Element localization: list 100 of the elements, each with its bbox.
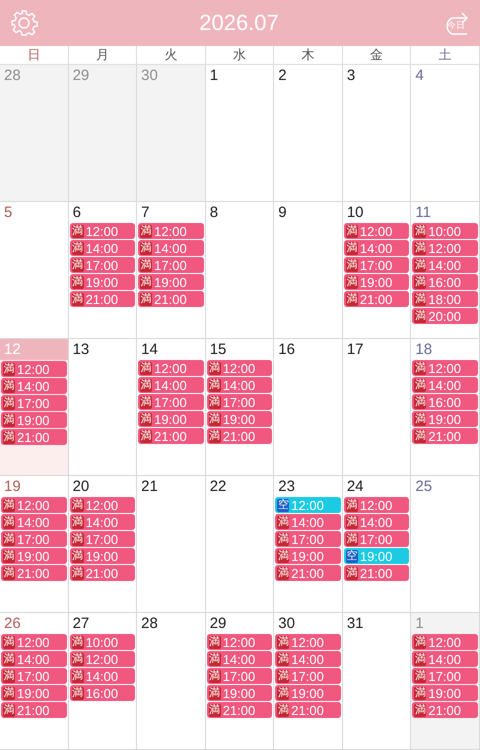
slot-chip[interactable]: 満 21:00 bbox=[206, 702, 272, 718]
slot-chip[interactable]: 満 14:00 bbox=[412, 257, 478, 273]
day-cell[interactable]: 22 bbox=[206, 476, 274, 613]
day-cell[interactable]: 1 bbox=[206, 65, 274, 202]
slot-chip[interactable]: 満 12:00 bbox=[412, 360, 478, 376]
day-cell[interactable]: 16 bbox=[274, 339, 343, 476]
slot-chip[interactable]: 満 19:00 bbox=[1, 412, 67, 428]
slot-chip[interactable]: 空 12:00 bbox=[275, 497, 341, 513]
slot-chip[interactable]: 満 12:00 bbox=[138, 360, 204, 376]
slot-chip[interactable]: 満 19:00 bbox=[138, 274, 204, 290]
slot-chip[interactable]: 満 18:00 bbox=[412, 291, 478, 307]
slot-chip[interactable]: 満 14:00 bbox=[1, 378, 67, 394]
slot-chip[interactable]: 満 17:00 bbox=[275, 531, 341, 547]
slot-chip[interactable]: 満 17:00 bbox=[206, 394, 272, 410]
slot-chip[interactable]: 満 21:00 bbox=[138, 428, 204, 444]
day-cell[interactable]: 29 満 12:00 満 14:00 満 17:00 満 19:00 満 21:00 bbox=[206, 613, 274, 750]
slot-chip[interactable]: 満 14:00 bbox=[275, 651, 341, 667]
slot-chip[interactable]: 満 21:00 bbox=[1, 429, 67, 445]
slot-chip[interactable]: 満 10:00 bbox=[70, 634, 136, 650]
slot-chip[interactable]: 満 21:00 bbox=[70, 565, 136, 581]
day-cell[interactable]: 6 満 12:00 満 14:00 満 17:00 満 19:00 満 21:00 bbox=[68, 202, 138, 339]
slot-chip[interactable]: 満 12:00 bbox=[412, 634, 478, 650]
slot-chip[interactable]: 空 19:00 bbox=[344, 548, 410, 564]
slot-chip[interactable]: 満 19:00 bbox=[70, 548, 136, 564]
slot-chip[interactable]: 満 16:00 bbox=[412, 274, 478, 290]
day-cell[interactable]: 18 満 12:00 満 14:00 満 16:00 満 19:00 満 21:00 bbox=[411, 339, 480, 476]
slot-chip[interactable]: 満 19:00 bbox=[412, 411, 478, 427]
slot-chip[interactable]: 満 14:00 bbox=[206, 651, 272, 667]
slot-chip[interactable]: 満 12:00 bbox=[206, 360, 272, 376]
slot-chip[interactable]: 満 19:00 bbox=[70, 274, 136, 290]
day-cell[interactable]: 15 満 12:00 満 14:00 満 17:00 満 19:00 満 21:00 bbox=[206, 339, 274, 476]
day-cell[interactable]: 17 bbox=[342, 339, 412, 476]
slot-chip[interactable]: 満 21:00 bbox=[1, 565, 67, 581]
slot-chip[interactable]: 満 12:00 bbox=[275, 634, 341, 650]
slot-chip[interactable]: 満 12:00 bbox=[344, 223, 410, 239]
slot-chip[interactable]: 満 20:00 bbox=[412, 308, 478, 324]
day-cell[interactable]: 26 満 12:00 満 14:00 満 17:00 満 19:00 満 21:00 bbox=[0, 613, 69, 750]
slot-chip[interactable]: 満 17:00 bbox=[70, 257, 136, 273]
day-cell[interactable]: 24 満 12:00 満 14:00 満 17:00 空 19:00 満 21:00 bbox=[342, 476, 412, 613]
slot-chip[interactable]: 満 21:00 bbox=[412, 702, 478, 718]
day-cell[interactable]: 20 満 12:00 満 14:00 満 17:00 満 19:00 満 21:00 bbox=[68, 476, 138, 613]
slot-chip[interactable]: 満 10:00 bbox=[412, 223, 478, 239]
slot-chip[interactable]: 満 17:00 bbox=[344, 531, 410, 547]
slot-chip[interactable]: 満 19:00 bbox=[206, 685, 272, 701]
slot-chip[interactable]: 満 17:00 bbox=[1, 531, 67, 547]
day-cell[interactable]: 1 満 12:00 満 14:00 満 17:00 満 19:00 満 21:00 bbox=[411, 613, 480, 750]
slot-chip[interactable]: 満 16:00 bbox=[70, 685, 136, 701]
slot-chip[interactable]: 満 21:00 bbox=[206, 428, 272, 444]
slot-chip[interactable]: 満 17:00 bbox=[1, 395, 67, 411]
slot-chip[interactable]: 満 12:00 bbox=[1, 361, 67, 377]
day-cell[interactable]: 7 満 12:00 満 14:00 満 17:00 満 19:00 満 21:00 bbox=[137, 202, 206, 339]
slot-chip[interactable]: 満 12:00 bbox=[70, 651, 136, 667]
slot-chip[interactable]: 満 14:00 bbox=[1, 514, 67, 530]
slot-chip[interactable]: 満 12:00 bbox=[70, 497, 136, 513]
slot-chip[interactable]: 満 21:00 bbox=[344, 565, 410, 581]
slot-chip[interactable]: 満 19:00 bbox=[412, 685, 478, 701]
slot-chip[interactable]: 満 19:00 bbox=[1, 548, 67, 564]
slot-chip[interactable]: 満 12:00 bbox=[344, 497, 410, 513]
day-cell[interactable]: 27 満 10:00 満 12:00 満 14:00 満 16:00 bbox=[68, 613, 138, 750]
day-cell[interactable]: 29 bbox=[68, 65, 138, 202]
slot-chip[interactable]: 満 14:00 bbox=[206, 377, 272, 393]
day-cell[interactable]: 11 満 10:00 満 12:00 満 14:00 満 16:00 満 18:00 満 20:00 bbox=[411, 202, 480, 339]
day-cell[interactable]: 10 満 12:00 満 14:00 満 17:00 満 19:00 満 21:00 bbox=[342, 202, 412, 339]
slot-chip[interactable]: 満 17:00 bbox=[206, 668, 272, 684]
day-cell[interactable]: 8 bbox=[206, 202, 274, 339]
slot-chip[interactable]: 満 19:00 bbox=[275, 685, 341, 701]
settings-icon[interactable] bbox=[10, 9, 38, 37]
day-cell[interactable]: 30 満 12:00 満 14:00 満 17:00 満 19:00 満 21:00 bbox=[274, 613, 343, 750]
day-cell[interactable]: 9 bbox=[274, 202, 343, 339]
slot-chip[interactable]: 満 14:00 bbox=[344, 240, 410, 256]
slot-chip[interactable]: 満 21:00 bbox=[138, 291, 204, 307]
slot-chip[interactable]: 満 19:00 bbox=[138, 411, 204, 427]
day-cell[interactable]: 28 bbox=[137, 613, 206, 750]
slot-chip[interactable]: 満 14:00 bbox=[275, 514, 341, 530]
slot-chip[interactable]: 満 14:00 bbox=[138, 240, 204, 256]
day-cell[interactable]: 28 bbox=[0, 65, 69, 202]
day-cell[interactable]: 4 bbox=[411, 65, 480, 202]
slot-chip[interactable]: 満 12:00 bbox=[1, 497, 67, 513]
slot-chip[interactable]: 満 12:00 bbox=[1, 634, 67, 650]
slot-chip[interactable]: 満 19:00 bbox=[1, 685, 67, 701]
day-cell[interactable]: 12 満 12:00 満 14:00 満 17:00 満 19:00 満 21:00 bbox=[0, 339, 69, 476]
slot-chip[interactable]: 満 12:00 bbox=[70, 223, 136, 239]
day-cell[interactable]: 23 空 12:00 満 14:00 満 17:00 満 19:00 満 21:00 bbox=[274, 476, 343, 613]
slot-chip[interactable]: 満 14:00 bbox=[1, 651, 67, 667]
slot-chip[interactable]: 満 21:00 bbox=[70, 291, 136, 307]
slot-chip[interactable]: 満 12:00 bbox=[206, 634, 272, 650]
slot-chip[interactable]: 満 16:00 bbox=[412, 394, 478, 410]
slot-chip[interactable]: 満 14:00 bbox=[70, 668, 136, 684]
slot-chip[interactable]: 満 19:00 bbox=[275, 548, 341, 564]
slot-chip[interactable]: 満 17:00 bbox=[412, 668, 478, 684]
slot-chip[interactable]: 満 17:00 bbox=[344, 257, 410, 273]
slot-chip[interactable]: 満 14:00 bbox=[70, 514, 136, 530]
slot-chip[interactable]: 満 21:00 bbox=[275, 565, 341, 581]
slot-chip[interactable]: 満 14:00 bbox=[138, 377, 204, 393]
slot-chip[interactable]: 満 21:00 bbox=[275, 702, 341, 718]
slot-chip[interactable]: 満 21:00 bbox=[412, 428, 478, 444]
slot-chip[interactable]: 満 14:00 bbox=[412, 651, 478, 667]
slot-chip[interactable]: 満 19:00 bbox=[206, 411, 272, 427]
day-cell[interactable]: 14 満 12:00 満 14:00 満 17:00 満 19:00 満 21:00 bbox=[137, 339, 206, 476]
slot-chip[interactable]: 満 21:00 bbox=[1, 702, 67, 718]
